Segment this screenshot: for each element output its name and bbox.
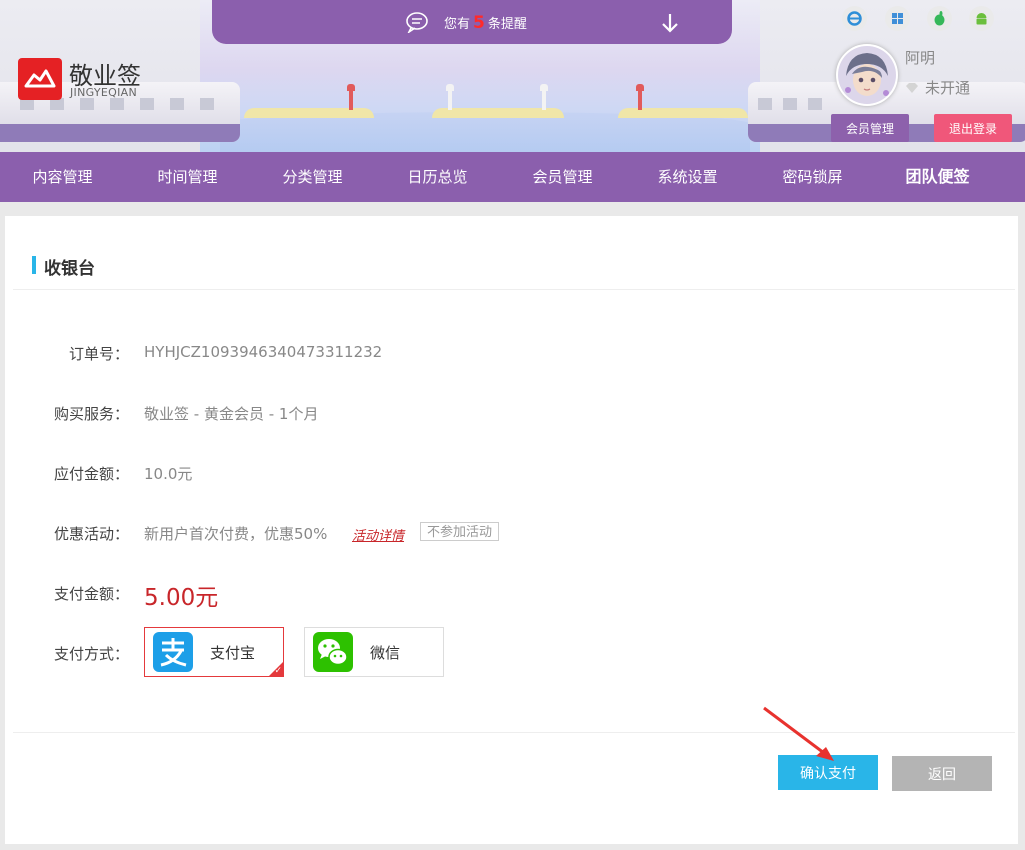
platform-icons bbox=[842, 6, 1002, 32]
diamond-icon bbox=[906, 83, 918, 93]
lighthouse-icon bbox=[540, 84, 548, 110]
membership-status: 未开通 bbox=[905, 77, 970, 98]
notice-count: 5 bbox=[473, 13, 485, 33]
nav-item-calendar[interactable]: 日历总览 bbox=[375, 152, 500, 202]
chat-bubble-icon bbox=[406, 12, 428, 33]
pay-amount-label: 支付金额： bbox=[53, 585, 129, 603]
skip-promotion-option[interactable]: 不参加活动 bbox=[420, 522, 500, 541]
nav-item-content[interactable]: 内容管理 bbox=[0, 152, 125, 202]
service-label: 购买服务： bbox=[53, 405, 129, 423]
membership-status-text: 未开通 bbox=[925, 79, 971, 97]
service-value: 敬业签 - 黄金会员 - 1个月 bbox=[144, 405, 319, 423]
payment-option-wechat[interactable]: 微信 bbox=[304, 627, 444, 677]
amount-due-value: 10.0元 bbox=[144, 465, 193, 483]
divider bbox=[13, 732, 1015, 733]
reminder-notice-bar[interactable]: 您有 5 条提醒 bbox=[212, 0, 732, 44]
ie-icon[interactable] bbox=[842, 6, 867, 31]
nav-item-membership[interactable]: 会员管理 bbox=[500, 152, 625, 202]
notice-text: 您有 5 条提醒 bbox=[444, 13, 527, 33]
promotion-details-link[interactable]: 活动详情 bbox=[352, 525, 404, 544]
cashier-panel: 收银台 订单号： HYHJCZ1093946340473311232 购买服务：… bbox=[5, 216, 1018, 844]
wechat-icon bbox=[313, 632, 353, 672]
logo-icon[interactable] bbox=[18, 58, 62, 100]
nav-item-category[interactable]: 分类管理 bbox=[250, 152, 375, 202]
banner-water bbox=[220, 112, 750, 152]
windows-icon[interactable] bbox=[885, 6, 910, 31]
promotion-value: 新用户首次付费，优惠50% bbox=[144, 525, 328, 543]
back-button[interactable]: 返回 bbox=[892, 756, 992, 791]
pay-amount-value: 5.00元 bbox=[144, 585, 219, 611]
member-management-button[interactable]: 会员管理 bbox=[831, 114, 909, 142]
promotion-label: 优惠活动： bbox=[53, 525, 129, 543]
lighthouse-icon bbox=[347, 84, 355, 110]
order-number-value: HYHJCZ1093946340473311232 bbox=[144, 343, 383, 361]
divider bbox=[13, 289, 1015, 290]
notice-suffix: 条提醒 bbox=[487, 17, 527, 32]
android-icon[interactable] bbox=[969, 6, 994, 31]
check-icon: ✓ bbox=[274, 666, 282, 676]
nav-item-team-notes[interactable]: 团队便签 bbox=[875, 152, 1000, 202]
main-nav: 内容管理 时间管理 分类管理 日历总览 会员管理 系统设置 密码锁屏 团队便签 bbox=[0, 152, 1025, 202]
logout-button[interactable]: 退出登录 bbox=[934, 114, 1012, 142]
payment-option-alipay[interactable]: 支付宝 ✓ bbox=[144, 627, 284, 677]
title-accent-bar bbox=[32, 256, 36, 274]
arrow-down-icon[interactable] bbox=[661, 12, 679, 34]
avatar[interactable] bbox=[836, 44, 898, 106]
annotation-arrow-icon bbox=[763, 706, 834, 761]
nav-item-settings[interactable]: 系统设置 bbox=[625, 152, 750, 202]
lighthouse-icon bbox=[446, 84, 454, 110]
apple-icon[interactable] bbox=[927, 6, 952, 31]
lighthouse-icon bbox=[636, 84, 644, 110]
payment-method-label: 支付方式： bbox=[53, 645, 129, 663]
nav-item-time[interactable]: 时间管理 bbox=[125, 152, 250, 202]
notice-prefix: 您有 bbox=[444, 17, 471, 32]
header: 您有 5 条提醒 敬业签 JINGYEQIAN 阿明 未开通 会员管理 退出登录 bbox=[0, 0, 1025, 152]
alipay-icon bbox=[153, 632, 193, 672]
wechat-label: 微信 bbox=[370, 644, 401, 662]
nav-item-lock-screen[interactable]: 密码锁屏 bbox=[750, 152, 875, 202]
amount-due-label: 应付金额： bbox=[53, 465, 129, 483]
order-number-label: 订单号： bbox=[68, 345, 129, 363]
page-title: 收银台 bbox=[44, 259, 95, 279]
brand-pinyin: JINGYEQIAN bbox=[70, 86, 138, 99]
alipay-label: 支付宝 bbox=[210, 644, 256, 662]
user-name: 阿明 bbox=[905, 49, 936, 67]
